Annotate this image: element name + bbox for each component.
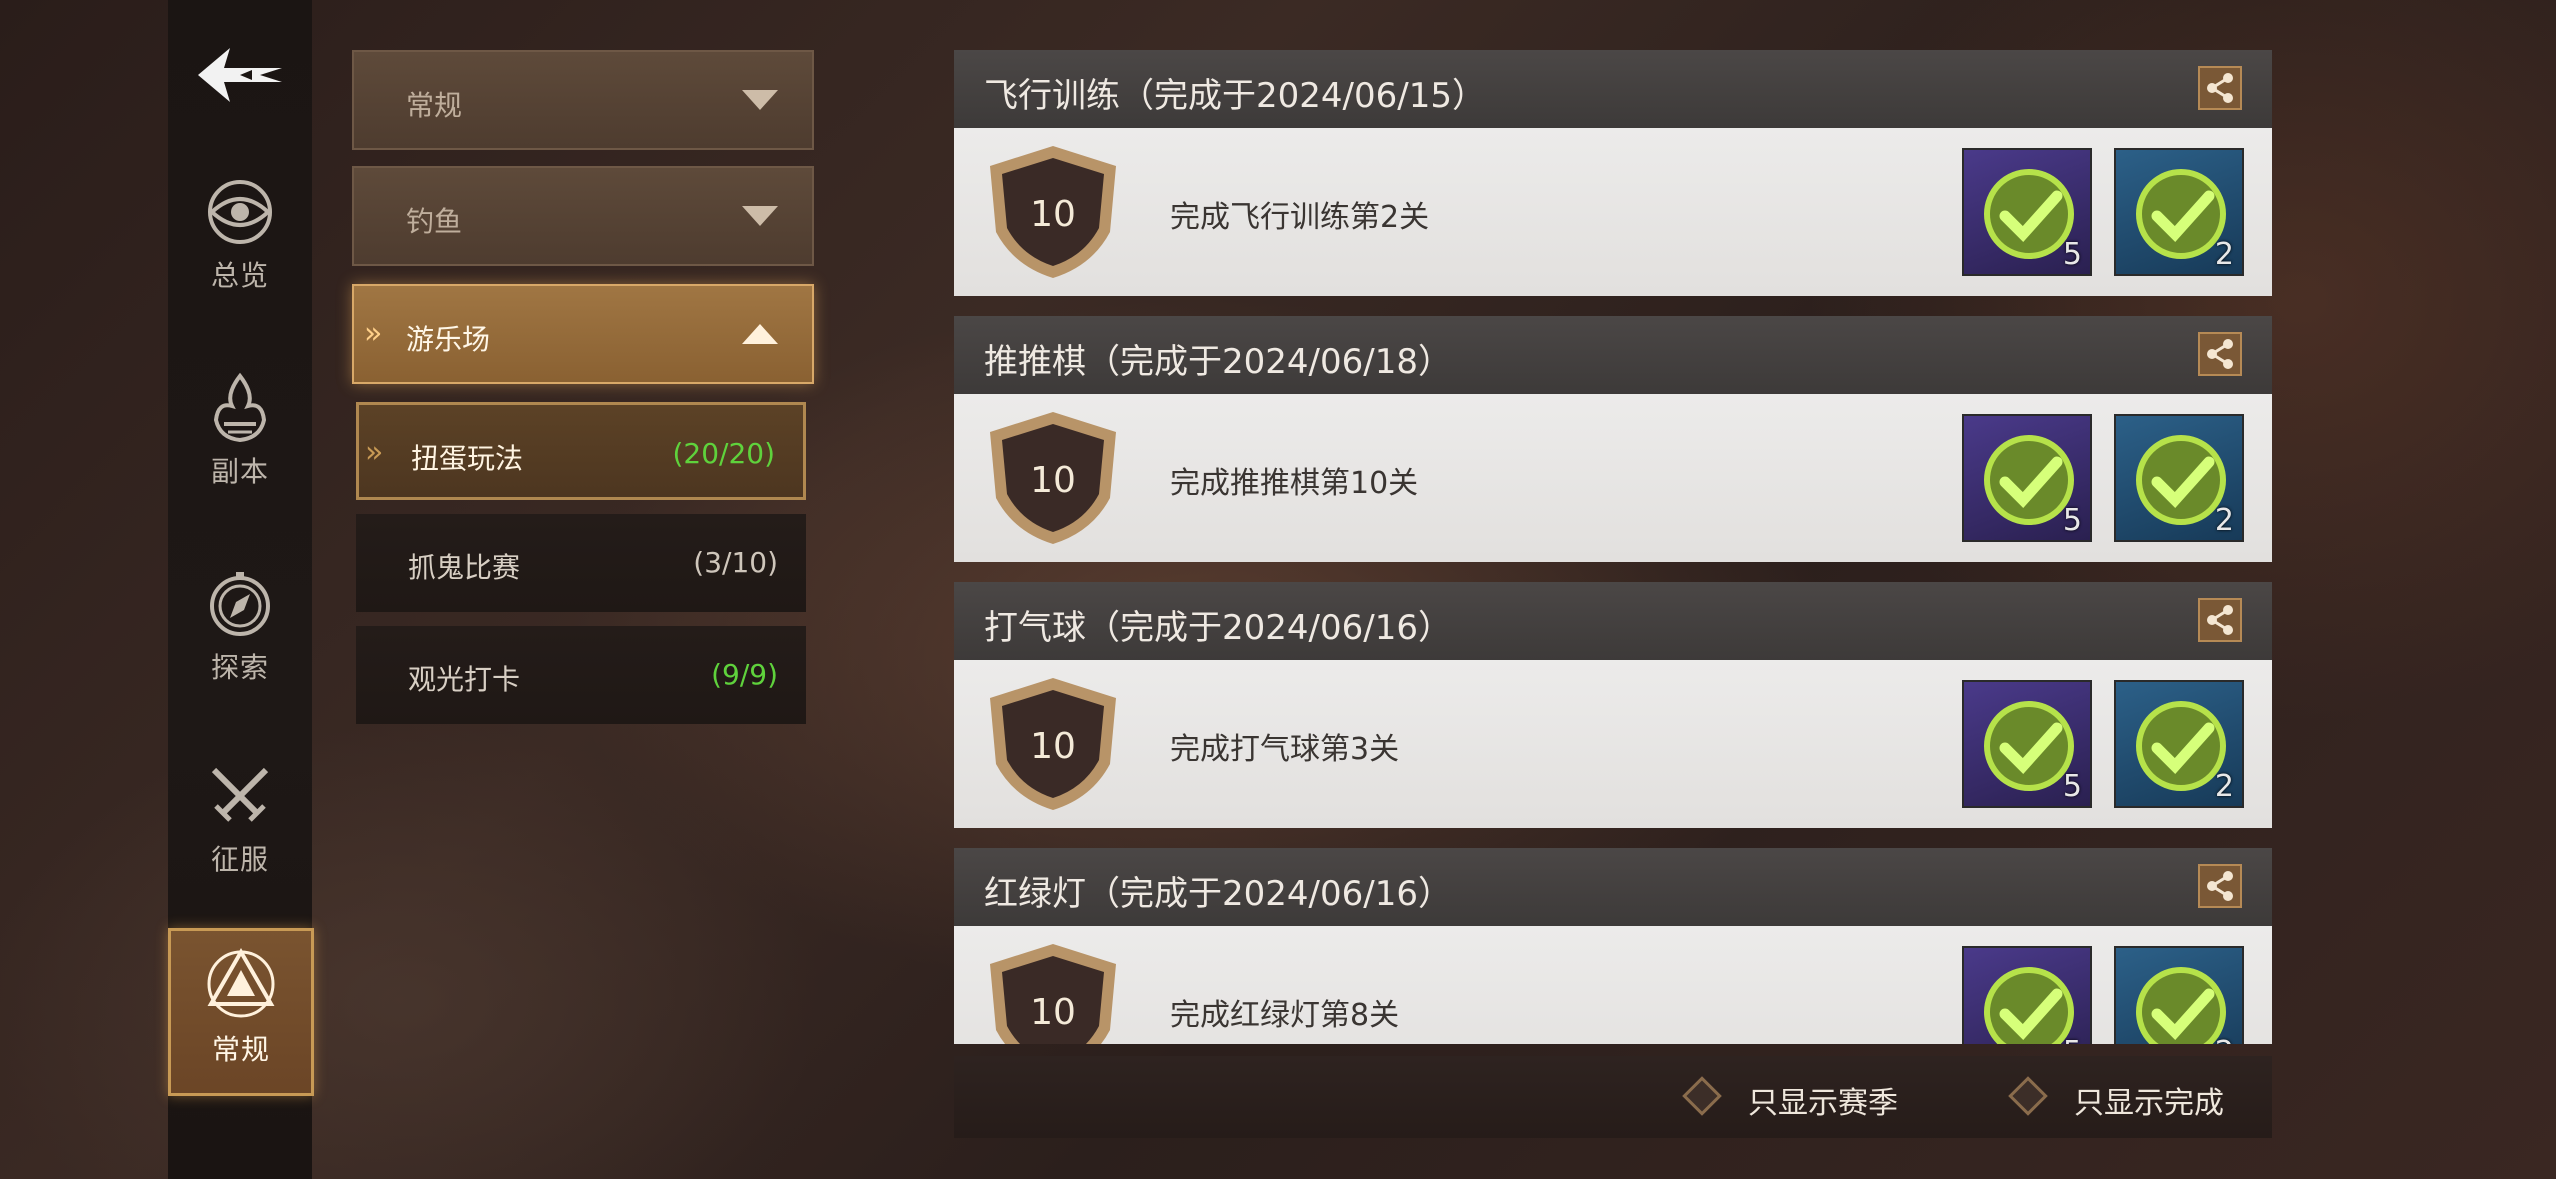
reward-item[interactable]: 5 <box>1962 946 2092 1044</box>
share-button[interactable] <box>2198 332 2242 376</box>
diamond-checkbox-icon[interactable] <box>1682 1076 1722 1116</box>
badge-level: 10 <box>1030 992 1076 1033</box>
reward-qty: 2 <box>2214 503 2234 538</box>
reward-qty: 2 <box>2214 237 2234 272</box>
reward-qty: 2 <box>2215 1035 2234 1044</box>
filter-season-only[interactable]: 只显示赛季 <box>1682 1076 1928 1121</box>
reward-item[interactable]: 2 <box>2114 680 2244 808</box>
reward-qty: 5 <box>2062 237 2082 272</box>
achievement-card: 打气球（完成于2024/06/16） 10 完成打气球第3关 5 2 <box>954 582 2272 828</box>
flame-emblem-icon <box>213 372 267 443</box>
achievement-body: 10 完成打气球第3关 5 2 <box>954 660 2272 828</box>
achievement-title: 红绿灯（完成于2024/06/16） <box>984 874 1452 914</box>
category-playground[interactable]: » 游乐场 <box>352 284 814 384</box>
category-label: 钓鱼 <box>406 205 463 238</box>
share-button[interactable] <box>2198 598 2242 642</box>
shield-badge-icon: 10 <box>990 944 1116 1044</box>
nav-item-conquest[interactable]: 征服 <box>168 760 312 910</box>
subcategory-progress: (20/20) <box>672 437 775 470</box>
achievement-description: 完成推推棋第10关 <box>1170 466 1419 501</box>
reward-qty: 2 <box>2214 769 2234 804</box>
share-button[interactable] <box>2198 864 2242 908</box>
reward-item[interactable]: 5 <box>1962 414 2092 542</box>
nav-item-overview[interactable]: 总览 <box>168 176 312 326</box>
subcategory-label: 抓鬼比赛 <box>408 551 521 584</box>
badge-level: 10 <box>1030 194 1076 235</box>
subcategory-progress: (3/10) <box>693 546 778 579</box>
achievement-title: 打气球（完成于2024/06/16） <box>984 608 1452 648</box>
achievement-body: 10 完成飞行训练第2关 5 2 <box>954 128 2272 296</box>
badge-level: 10 <box>1030 460 1076 501</box>
chevron-marker-icon: » <box>364 316 383 351</box>
subcategory-gacha[interactable]: » 扭蛋玩法 (20/20) <box>356 402 806 500</box>
nav-item-label: 探索 <box>210 651 269 684</box>
reward-qty: 5 <box>2062 503 2082 538</box>
filter-label: 只显示赛季 <box>1748 1086 1898 1121</box>
chevron-marker-icon: » <box>365 435 384 470</box>
triangle-emblem-icon <box>207 947 275 1018</box>
chevron-down-icon <box>742 206 778 226</box>
reward-qty: 5 <box>2062 769 2082 804</box>
subcategory-sightseeing[interactable]: 观光打卡 (9/9) <box>356 626 806 724</box>
shield-badge-icon: 10 <box>990 146 1116 278</box>
reward-item[interactable]: 2 <box>2114 946 2244 1044</box>
share-icon <box>2207 339 2233 369</box>
diamond-checkbox-icon[interactable] <box>2008 1076 2048 1116</box>
category-regular[interactable]: 常规 <box>352 50 814 150</box>
subcategory-progress: (9/9) <box>711 658 778 691</box>
reward-item[interactable]: 2 <box>2114 414 2244 542</box>
badge-level: 10 <box>1030 726 1076 767</box>
achievement-description: 完成飞行训练第2关 <box>1170 200 1430 235</box>
back-arrow-icon <box>198 48 282 102</box>
achievement-body: 10 完成红绿灯第8关 5 2 <box>954 926 2272 1044</box>
reward-item[interactable]: 2 <box>2114 148 2244 276</box>
share-button[interactable] <box>2198 66 2242 110</box>
reward-item[interactable]: 5 <box>1962 680 2092 808</box>
achievement-card: 飞行训练（完成于2024/06/15） 10 完成飞行训练第2关 5 2 <box>954 50 2272 296</box>
check-medal-icon <box>2136 967 2226 1044</box>
achievement-title: 飞行训练（完成于2024/06/15） <box>984 76 1486 116</box>
chevron-down-icon <box>742 90 778 110</box>
subcategory-label: 扭蛋玩法 <box>411 442 524 475</box>
subcategory-label: 观光打卡 <box>408 663 521 696</box>
reward-item[interactable]: 5 <box>1962 148 2092 276</box>
eye-emblem-icon <box>208 180 272 244</box>
filter-completed-only[interactable]: 只显示完成 <box>2008 1076 2254 1121</box>
achievement-header: 飞行训练（完成于2024/06/15） <box>954 50 2272 128</box>
check-medal-icon <box>1984 967 2074 1044</box>
category-label: 游乐场 <box>406 323 491 356</box>
back-button[interactable] <box>190 40 290 110</box>
filter-label: 只显示完成 <box>2074 1086 2224 1121</box>
nav-item-label: 副本 <box>210 455 269 488</box>
achievement-body: 10 完成推推棋第10关 5 2 <box>954 394 2272 562</box>
nav-item-explore[interactable]: 探索 <box>168 568 312 718</box>
reward-qty: 5 <box>2063 1035 2082 1044</box>
nav-item-label: 常规 <box>211 1033 270 1066</box>
achievement-title: 推推棋（完成于2024/06/18） <box>984 342 1452 382</box>
achievement-description: 完成打气球第3关 <box>1170 732 1400 767</box>
crossed-swords-icon <box>211 767 269 822</box>
share-icon <box>2207 605 2233 635</box>
nav-item-dungeon[interactable]: 副本 <box>168 372 312 522</box>
shield-badge-icon: 10 <box>990 678 1116 810</box>
category-label: 常规 <box>406 89 463 122</box>
nav-item-regular[interactable]: 常规 <box>168 928 314 1096</box>
achievement-list[interactable]: 飞行训练（完成于2024/06/15） 10 完成飞行训练第2关 5 2 推推棋… <box>954 50 2272 1044</box>
share-icon <box>2207 871 2233 901</box>
nav-item-label: 征服 <box>210 843 269 876</box>
category-fishing[interactable]: 钓鱼 <box>352 166 814 266</box>
achievement-description: 完成红绿灯第8关 <box>1170 998 1400 1033</box>
nav-item-label: 总览 <box>210 259 269 292</box>
achievement-card: 推推棋（完成于2024/06/18） 10 完成推推棋第10关 5 2 <box>954 316 2272 562</box>
achievement-header: 打气球（完成于2024/06/16） <box>954 582 2272 660</box>
achievement-card: 红绿灯（完成于2024/06/16） 10 完成红绿灯第8关 5 <box>954 848 2272 1044</box>
compass-icon <box>210 572 270 636</box>
filter-bar: 只显示赛季 只显示完成 <box>954 1056 2272 1138</box>
shield-badge-icon: 10 <box>990 412 1116 544</box>
achievement-header: 推推棋（完成于2024/06/18） <box>954 316 2272 394</box>
achievement-header: 红绿灯（完成于2024/06/16） <box>954 848 2272 926</box>
chevron-up-icon <box>742 324 778 344</box>
share-icon <box>2207 73 2233 103</box>
subcategory-ghost-race[interactable]: 抓鬼比赛 (3/10) <box>356 514 806 612</box>
